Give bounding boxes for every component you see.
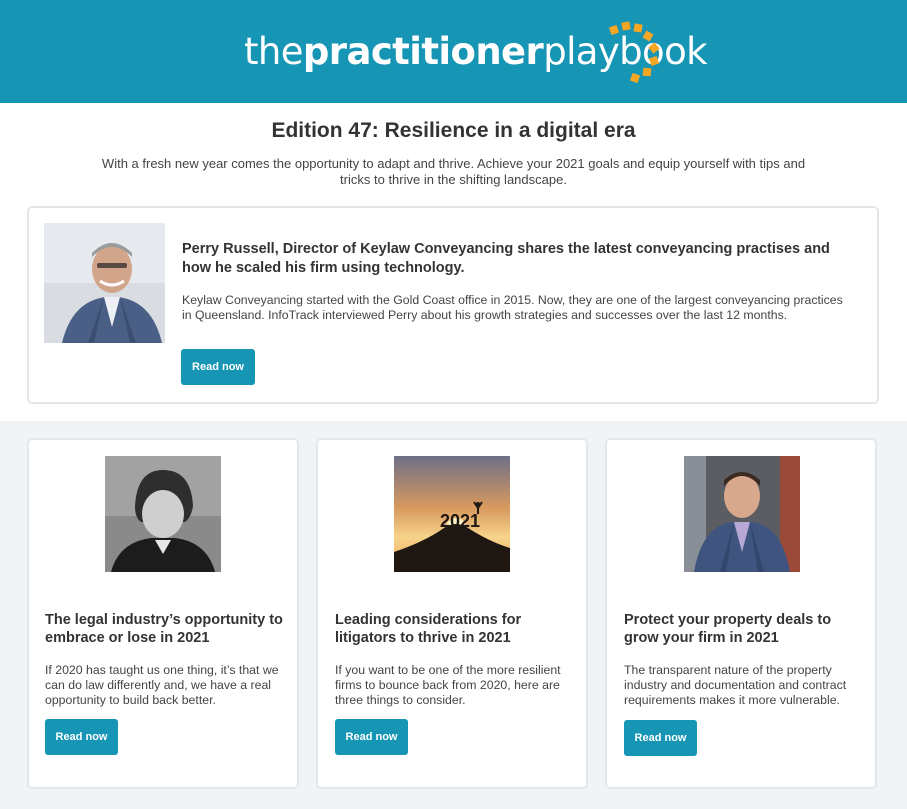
feature-title[interactable]: Perry Russell, Director of Keylaw Convey… — [182, 240, 852, 278]
article-1-read-now-button[interactable]: Read now — [45, 719, 118, 755]
article-2-title[interactable]: Leading considerations for litigators to… — [335, 611, 575, 647]
article-1-title[interactable]: The legal industry’s opportunity to embr… — [45, 611, 285, 647]
brand-word-practitioner: practitioner — [302, 30, 544, 73]
article-2-photo[interactable]: 2021 — [394, 456, 510, 572]
article-3-photo[interactable] — [684, 456, 800, 572]
article-2-image-text: 2021 — [440, 511, 480, 531]
edition-title: Edition 47: Resilience in a digital era — [271, 119, 636, 142]
brand-word-the: the — [244, 30, 304, 73]
edition-subtitle: With a fresh new year comes the opportun… — [101, 156, 806, 187]
feature-photo[interactable] — [44, 223, 165, 343]
article-1-photo[interactable] — [105, 456, 221, 572]
article-2-read-now-button[interactable]: Read now — [335, 719, 408, 755]
article-3-body: The transparent nature of the property i… — [624, 663, 847, 707]
header-banner: thepractitionerplaybook — [0, 0, 907, 103]
brand-logo-icon — [608, 21, 660, 84]
feature-body: Keylaw Conveyancing started with the Gol… — [182, 293, 843, 322]
article-3-read-now-button[interactable]: Read now — [624, 720, 697, 756]
article-3-title[interactable]: Protect your property deals to grow your… — [624, 611, 864, 647]
article-2-body: If you want to be one of the more resili… — [335, 663, 561, 707]
article-1-body: If 2020 has taught us one thing, it’s th… — [45, 663, 279, 707]
feature-read-now-button[interactable]: Read now — [181, 349, 255, 385]
